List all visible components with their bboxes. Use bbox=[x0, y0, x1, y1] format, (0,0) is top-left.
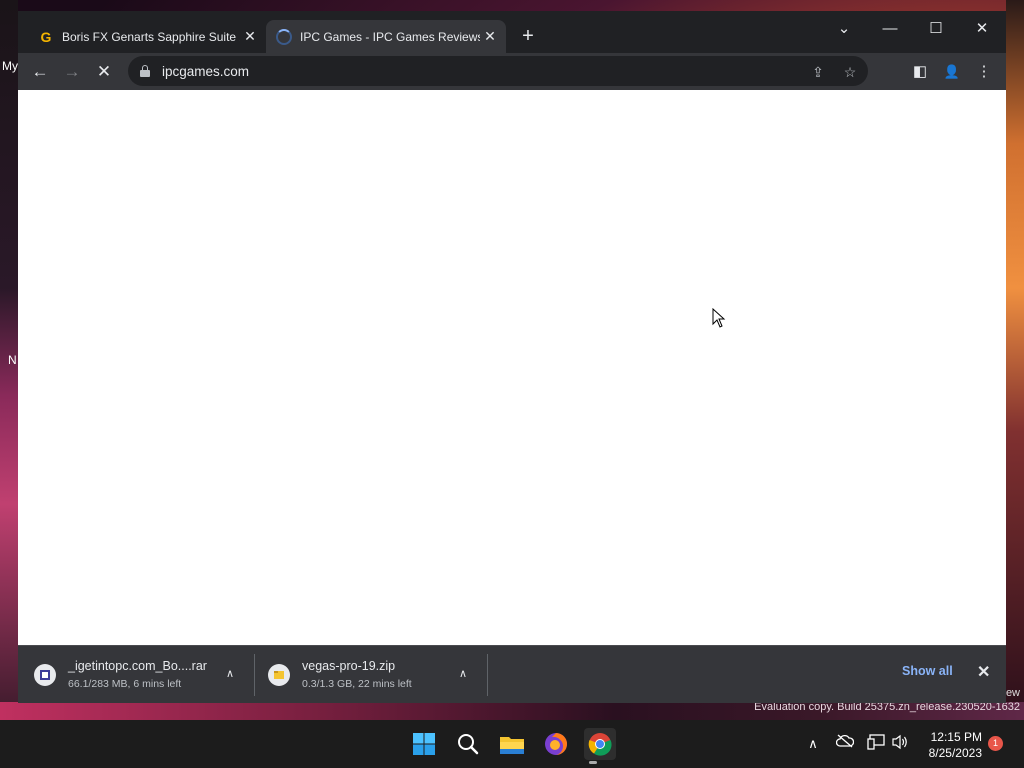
desktop-icon-label[interactable]: N bbox=[8, 353, 17, 367]
tab-title: IPC Games - IPC Games Reviews bbox=[300, 29, 480, 44]
mouse-cursor-icon bbox=[712, 308, 726, 328]
divider bbox=[487, 654, 488, 696]
close-download-bar-icon[interactable]: ✕ bbox=[977, 662, 990, 682]
stop-loading-button[interactable]: ✕ bbox=[91, 59, 117, 85]
new-tab-button[interactable]: + bbox=[516, 24, 540, 48]
download-status: 0.3/1.3 GB, 22 mins left bbox=[302, 678, 412, 690]
zip-file-icon bbox=[268, 663, 290, 686]
url-text[interactable]: ipcgames.com bbox=[162, 64, 249, 79]
active-app-indicator bbox=[589, 761, 597, 764]
tab-strip: G Boris FX Genarts Sapphire Suite 2 ✕ IP… bbox=[18, 11, 1006, 53]
google-favicon-icon: G bbox=[40, 28, 52, 45]
download-bar: _igetintopc.com_Bo....rar 66.1/283 MB, 6… bbox=[18, 645, 1006, 703]
tray-overflow-chevron-icon[interactable]: ∧ bbox=[803, 734, 823, 754]
clock-date: 8/25/2023 bbox=[928, 746, 982, 760]
profile-icon[interactable]: 👤 bbox=[939, 59, 965, 85]
onedrive-cloud-icon[interactable] bbox=[835, 734, 855, 754]
download-filename: _igetintopc.com_Bo....rar bbox=[68, 659, 207, 673]
tab-title: Boris FX Genarts Sapphire Suite 2 bbox=[62, 29, 240, 44]
maximize-button[interactable]: ☐ bbox=[914, 15, 958, 43]
tab-ipc-games[interactable]: IPC Games - IPC Games Reviews ✕ bbox=[266, 20, 506, 53]
download-status: 66.1/283 MB, 6 mins left bbox=[68, 678, 182, 690]
download-item[interactable]: vegas-pro-19.zip 0.3/1.3 GB, 22 mins lef… bbox=[268, 646, 412, 703]
close-window-button[interactable]: ✕ bbox=[960, 15, 1004, 43]
back-button[interactable]: ← bbox=[27, 59, 53, 85]
firefox-icon[interactable] bbox=[540, 728, 572, 760]
side-panel-icon[interactable]: ◧ bbox=[907, 59, 933, 85]
tab-search-button[interactable]: ⌄ bbox=[822, 15, 866, 43]
desktop-icon-label[interactable]: My bbox=[2, 59, 18, 73]
tab-close-icon[interactable]: ✕ bbox=[240, 28, 260, 45]
search-icon[interactable] bbox=[452, 728, 484, 760]
network-icon[interactable] bbox=[866, 734, 886, 754]
page-content[interactable] bbox=[18, 90, 1006, 645]
system-clock[interactable]: 12:15 PM 8/25/2023 bbox=[922, 729, 982, 761]
bookmark-star-icon[interactable]: ☆ bbox=[840, 62, 860, 82]
address-bar[interactable]: ipcgames.com ⇪ ☆ bbox=[128, 56, 868, 86]
share-icon[interactable]: ⇪ bbox=[808, 62, 828, 82]
rar-file-icon bbox=[34, 663, 56, 686]
divider bbox=[254, 654, 255, 696]
download-filename: vegas-pro-19.zip bbox=[302, 659, 396, 673]
tab-close-icon[interactable]: ✕ bbox=[480, 28, 500, 45]
download-item[interactable]: _igetintopc.com_Bo....rar 66.1/283 MB, 6… bbox=[34, 646, 207, 703]
menu-icon[interactable]: ⋮ bbox=[971, 59, 997, 85]
minimize-button[interactable]: — bbox=[868, 15, 912, 43]
browser-window: G Boris FX Genarts Sapphire Suite 2 ✕ IP… bbox=[18, 11, 1006, 703]
watermark-fragment: ew bbox=[1005, 687, 1020, 699]
lock-icon[interactable] bbox=[140, 65, 150, 77]
chrome-icon[interactable] bbox=[584, 728, 616, 760]
browser-toolbar: ← → ✕ ipcgames.com ⇪ ☆ ◧ 👤 ⋮ bbox=[18, 53, 1006, 90]
desktop-background-right bbox=[1006, 0, 1024, 720]
file-explorer-icon[interactable] bbox=[496, 728, 528, 760]
chevron-up-icon[interactable]: ∧ bbox=[453, 664, 473, 684]
loading-spinner-icon bbox=[276, 28, 292, 45]
chevron-up-icon[interactable]: ∧ bbox=[220, 664, 240, 684]
notification-badge[interactable]: 1 bbox=[988, 736, 1003, 751]
clock-time: 12:15 PM bbox=[930, 730, 982, 744]
show-all-downloads-button[interactable]: Show all bbox=[902, 664, 953, 678]
forward-button[interactable]: → bbox=[59, 59, 85, 85]
volume-icon[interactable] bbox=[890, 734, 910, 754]
windows-start-icon[interactable] bbox=[408, 728, 440, 760]
tab-boris-fx[interactable]: G Boris FX Genarts Sapphire Suite 2 ✕ bbox=[28, 20, 266, 53]
taskbar: ∧ 12:15 PM 8/25/2023 1 bbox=[0, 720, 1024, 768]
